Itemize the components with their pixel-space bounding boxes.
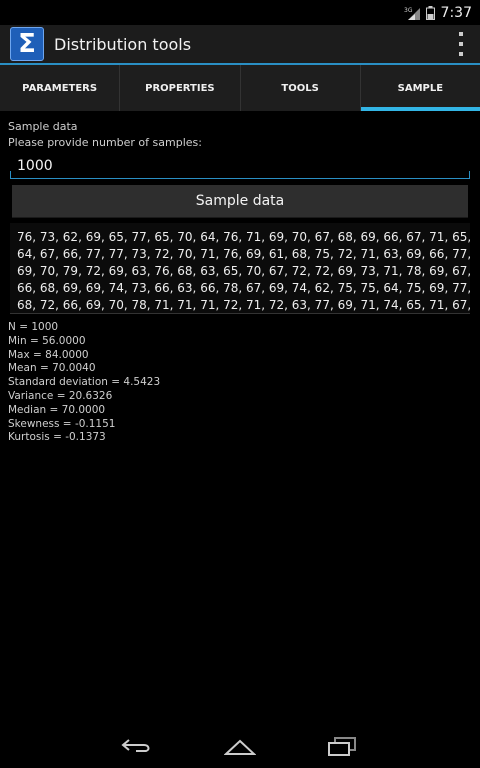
stat-max: Max = 84.0000	[8, 348, 89, 361]
navigation-bar	[0, 728, 480, 768]
tab-tools[interactable]: TOOLS	[241, 65, 361, 111]
app-title: Distribution tools	[54, 34, 192, 54]
stat-skewness: Skewness = -0.1151	[8, 417, 116, 430]
sample-output[interactable]: 76, 73, 62, 69, 65, 77, 65, 70, 64, 76, …	[10, 223, 470, 314]
overflow-menu-icon[interactable]	[458, 32, 464, 56]
input-edge-left	[10, 171, 11, 179]
stat-n: N = 1000	[8, 321, 59, 333]
tab-sample[interactable]: SAMPLE	[360, 65, 480, 111]
stat-kurtosis: Kurtosis = -0.1373	[8, 431, 106, 444]
sample-count-input[interactable]	[10, 153, 470, 179]
stat-variance: Variance = 20.6326	[8, 389, 113, 402]
stat-median: Median = 70.0000	[8, 403, 106, 416]
input-edge-right	[469, 171, 470, 179]
status-time: 7:37	[440, 4, 472, 21]
back-icon[interactable]	[120, 736, 154, 756]
section-label: Sample data	[8, 120, 78, 133]
sample-count-prompt: Please provide number of samples:	[8, 136, 202, 149]
stat-min: Min = 56.0000	[8, 334, 86, 347]
signal-icon: 3G	[404, 7, 420, 20]
recents-icon[interactable]	[326, 736, 358, 756]
tab-properties[interactable]: PROPERTIES	[120, 65, 241, 111]
sample-data-button[interactable]: Sample data	[12, 185, 468, 218]
battery-icon	[425, 5, 435, 20]
sample-line: 68, 72, 66, 69, 70, 78, 71, 71, 71, 72, …	[17, 298, 470, 312]
sample-line: 69, 70, 79, 72, 69, 63, 76, 68, 63, 65, …	[17, 264, 470, 278]
stat-mean: Mean = 70.0040	[8, 362, 96, 375]
tab-parameters[interactable]: PARAMETERS	[0, 65, 121, 111]
sample-line: 76, 73, 62, 69, 65, 77, 65, 70, 64, 76, …	[17, 230, 470, 244]
status-bar: 3G 7:37	[0, 0, 480, 25]
action-bar: Σ Distribution tools	[0, 25, 480, 63]
stat-standard-deviation: Standard deviation = 4.5423	[8, 376, 161, 389]
statistics-summary: N = 1000 Min = 56.0000 Max = 84.0000 Mea…	[8, 321, 160, 445]
home-icon[interactable]	[224, 736, 256, 756]
sample-line: 64, 67, 66, 77, 77, 73, 72, 70, 71, 76, …	[17, 247, 470, 261]
sample-line: 66, 68, 69, 69, 74, 73, 66, 63, 66, 78, …	[17, 281, 470, 295]
app-icon[interactable]: Σ	[10, 27, 44, 61]
svg-text:3G: 3G	[404, 7, 413, 14]
tab-bar: PARAMETERS PROPERTIES TOOLS SAMPLE	[0, 65, 480, 111]
